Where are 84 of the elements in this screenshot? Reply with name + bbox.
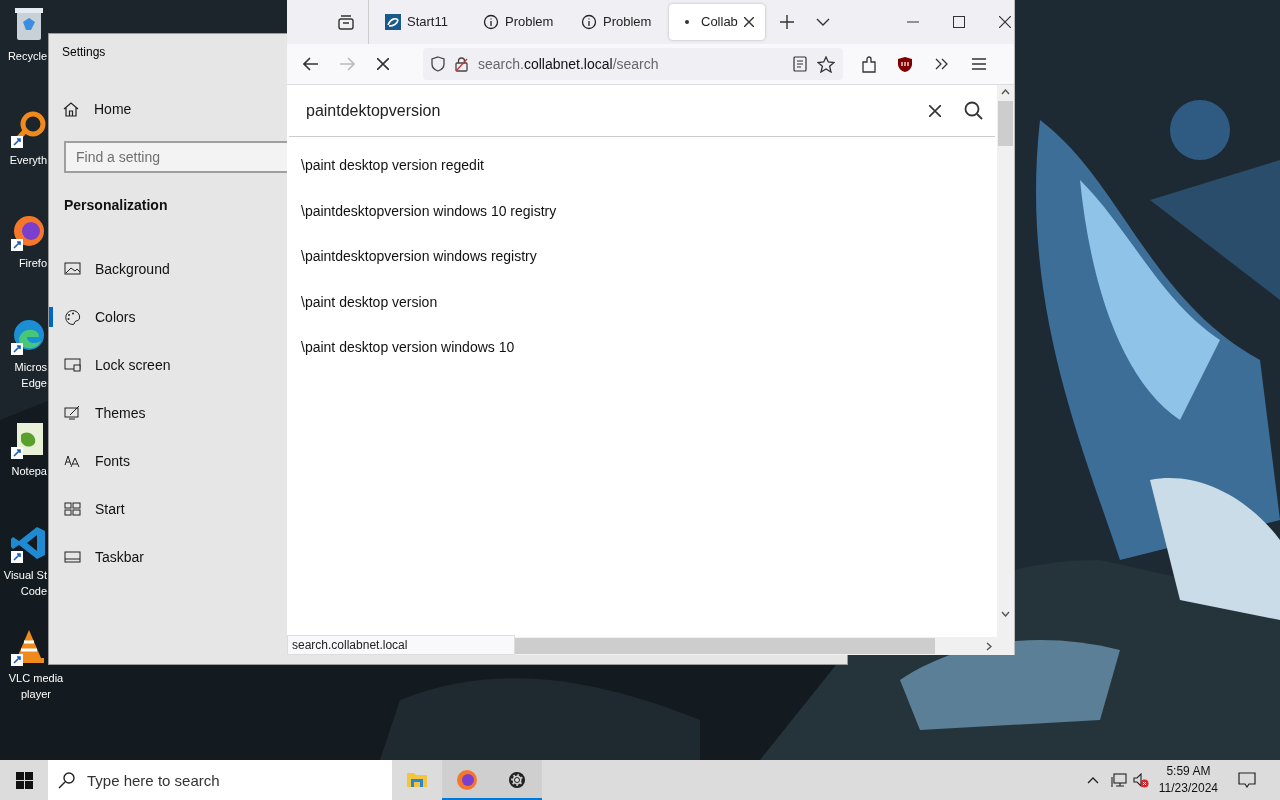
address-bar[interactable]: search.collabnet.local/search — [423, 48, 843, 80]
lock-icon[interactable] — [455, 56, 468, 72]
fonts-icon — [64, 453, 81, 469]
find-setting-field[interactable]: Find a setting — [64, 141, 288, 173]
close-icon[interactable] — [999, 16, 1011, 28]
desktop-icon-label[interactable]: Recycle — [7, 48, 47, 64]
url-text: search.collabnet.local/search — [478, 54, 659, 74]
status-text: search.collabnet.local — [287, 635, 515, 655]
info-icon — [483, 14, 499, 30]
desktop-icon-label[interactable]: Everyth — [9, 152, 47, 168]
scroll-up-icon[interactable] — [1001, 89, 1010, 95]
vertical-scrollbar[interactable] — [997, 85, 1014, 637]
browser-tab[interactable]: Problem — [473, 4, 569, 40]
themes-icon — [64, 405, 81, 421]
search-suggestion[interactable]: \paintdesktopversion windows 10 registry — [301, 201, 557, 247]
back-icon[interactable] — [303, 57, 319, 71]
home-link[interactable]: Home — [63, 99, 132, 120]
scroll-down-icon[interactable] — [1001, 611, 1010, 617]
desktop-icon-label[interactable]: Firefo — [18, 255, 47, 271]
search-suggestion[interactable]: \paint desktop version — [301, 292, 438, 338]
window-title: Settings — [62, 44, 106, 61]
colors-icon — [64, 309, 81, 325]
search-icon — [58, 772, 75, 789]
search-input[interactable]: paintdektopversion — [306, 98, 921, 123]
scroll-right-icon[interactable] — [986, 641, 992, 651]
horizontal-scrollbar[interactable]: search.collabnet.local — [287, 637, 1014, 655]
close-tab-icon[interactable] — [743, 17, 754, 27]
section-heading: Personalization — [64, 196, 168, 215]
plus-icon[interactable] — [780, 15, 794, 29]
settings-nav-item[interactable]: Fonts — [53, 437, 279, 485]
settings-nav-item[interactable]: Taskbar — [53, 533, 279, 581]
overflow-chevrons-icon[interactable] — [935, 58, 949, 70]
menu-icon[interactable] — [972, 58, 986, 70]
desktop-icon-label[interactable]: Micros Edge — [14, 359, 47, 391]
desktop-icon-label[interactable]: Visual St Code — [3, 567, 47, 599]
settings-nav-item[interactable]: Themes — [53, 389, 279, 437]
tab-list-icon[interactable] — [337, 14, 355, 30]
globe-icon[interactable] — [455, 768, 479, 792]
app-logo-icon — [385, 14, 401, 30]
start-icon — [64, 501, 81, 517]
scroll-thumb[interactable] — [998, 101, 1013, 146]
desktop-app-icon[interactable] — [9, 110, 47, 150]
shield-icon[interactable] — [431, 56, 445, 72]
extensions-icon[interactable] — [861, 55, 877, 73]
background-icon — [64, 261, 81, 277]
bookmark-star-icon[interactable] — [817, 55, 835, 73]
reader-view-icon[interactable] — [793, 56, 807, 72]
settings-nav-item[interactable]: Colors — [53, 293, 279, 341]
tab-menu-icon[interactable] — [816, 18, 830, 26]
chevron-up-icon[interactable] — [1086, 776, 1099, 784]
notifications-icon[interactable] — [1238, 771, 1256, 789]
search-suggestion[interactable]: \paint desktop version windows 10 — [301, 338, 515, 384]
desktop-app-icon[interactable] — [9, 317, 47, 357]
settings-nav-item[interactable]: Background — [53, 245, 279, 293]
search-suggestion[interactable]: \paint desktop version regedit — [301, 156, 484, 202]
start-icon[interactable] — [15, 771, 33, 789]
shield-extension-icon[interactable] — [897, 55, 913, 73]
maximize-icon[interactable] — [953, 16, 965, 28]
desktop-icon-label[interactable]: Notepa — [11, 463, 47, 479]
clock-date[interactable]: 11/23/2024 — [1158, 780, 1218, 797]
browser-tab[interactable]: Problem — [571, 4, 667, 40]
taskbar-icon — [64, 549, 81, 565]
firefox-taskbar-button[interactable] — [442, 760, 492, 800]
network-icon[interactable] — [1110, 772, 1127, 788]
browser-tab[interactable]: Start11 — [375, 4, 471, 40]
stop-icon[interactable] — [377, 58, 389, 70]
desktop-app-icon[interactable] — [9, 628, 47, 668]
desktop-app-icon[interactable] — [9, 213, 47, 253]
settings-taskbar-button[interactable] — [492, 760, 542, 800]
scroll-thumb[interactable] — [515, 638, 935, 654]
taskbar-search-field[interactable]: Type here to search — [48, 760, 392, 800]
browser-tab[interactable]: Collab — [669, 4, 765, 40]
desktop-app-icon[interactable] — [9, 525, 47, 565]
settings-nav-item[interactable]: Start — [53, 485, 279, 533]
search-suggestion[interactable]: \paintdesktopversion windows registry — [301, 247, 537, 293]
volume-muted-icon[interactable] — [1132, 772, 1149, 788]
clock-time[interactable]: 5:59 AM — [1166, 763, 1211, 780]
home-icon — [63, 102, 79, 117]
settings-nav-item[interactable]: Lock screen — [53, 341, 279, 389]
info-icon — [581, 14, 597, 30]
desktop-icon-label[interactable]: VLC media player — [8, 670, 64, 702]
clear-icon[interactable] — [929, 104, 941, 117]
search-icon[interactable] — [964, 101, 983, 120]
lock-icon — [64, 357, 81, 373]
